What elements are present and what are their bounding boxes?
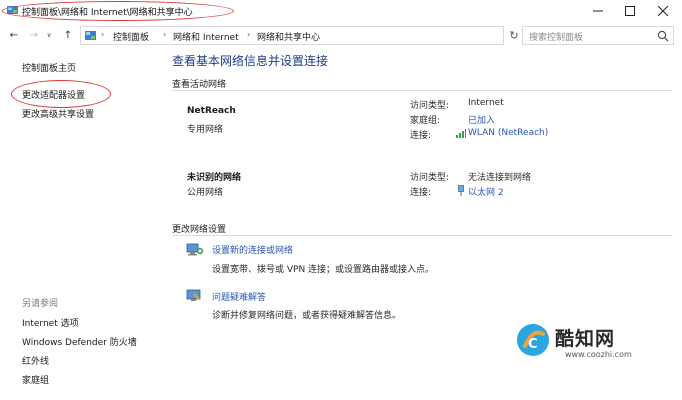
ethernet-icon (458, 185, 464, 196)
close-button[interactable] (650, 2, 676, 20)
sidebar-item-control-panel-home[interactable]: 控制面板主页 (22, 61, 76, 74)
navigation-bar: ← → ∨ ↑ › 控制面板 › 网络和 Internet › 网络和共享中心 … (0, 24, 682, 46)
minimize-icon (593, 10, 603, 12)
connection-label: 连接: (410, 131, 432, 141)
back-arrow-icon: ← (9, 29, 19, 41)
watermark-name: 酷知网 (555, 328, 616, 350)
access-type-value: Internet (468, 98, 504, 108)
breadcrumb-network-sharing-center[interactable]: 网络和共享中心 (257, 30, 320, 43)
search-box[interactable]: 搜索控制面板 (522, 26, 674, 45)
network-type: 公用网络 (187, 188, 224, 198)
sidebar-item-infrared[interactable]: 红外线 (22, 354, 49, 367)
search-icon (657, 30, 669, 42)
access-type-label: 访问类型: (410, 173, 450, 183)
setup-new-connection-desc: 设置宽带、拨号或 VPN 连接；或设置路由器或接入点。 (212, 265, 435, 275)
wifi-signal-icon (456, 129, 466, 138)
forward-button[interactable]: → (26, 27, 42, 43)
troubleshoot-icon (186, 289, 201, 301)
title-annotation-oval (2, 1, 234, 21)
sidebar-item-internet-options[interactable]: Internet 选项 (22, 316, 79, 329)
search-input[interactable]: 搜索控制面板 (529, 30, 583, 43)
sidebar-item-defender-firewall[interactable]: Windows Defender 防火墙 (22, 335, 137, 348)
up-button[interactable]: ↑ (60, 27, 76, 43)
page-title: 查看基本网络信息并设置连接 (172, 54, 329, 68)
new-connection-icon (186, 243, 204, 256)
breadcrumb-separator: › (101, 30, 105, 39)
chevron-down-icon: ∨ (46, 31, 52, 39)
refresh-icon: ↻ (509, 29, 519, 42)
access-type-value: 无法连接到网络 (468, 173, 532, 183)
title-bar: 控制面板\网络和 Internet\网络和共享中心 (0, 0, 682, 22)
troubleshoot-link[interactable]: 问题疑难解答 (212, 290, 266, 303)
homegroup-label: 家庭组: (410, 116, 441, 126)
network-type: 专用网络 (187, 125, 224, 135)
wlan-connection-link[interactable]: WLAN (NetReach) (468, 128, 548, 138)
network-name: NetReach (187, 106, 236, 116)
forward-arrow-icon: → (29, 29, 39, 41)
homegroup-link[interactable]: 已加入 (468, 113, 495, 126)
breadcrumb-network-internet[interactable]: 网络和 Internet (173, 30, 239, 43)
access-type-label: 访问类型: (410, 101, 450, 111)
change-settings-title: 更改网络设置 (172, 225, 227, 235)
breadcrumb-separator[interactable]: › (163, 30, 166, 39)
watermark-url: www.coozhi.com (565, 350, 632, 359)
sidebar-item-homegroup[interactable]: 家庭组 (22, 373, 49, 386)
control-panel-icon (85, 31, 96, 40)
back-button[interactable]: ← (6, 27, 22, 43)
minimize-button[interactable] (585, 2, 611, 20)
sidebar: 控制面板主页 更改适配器设置 更改高级共享设置 另请参阅 Internet 选项… (0, 46, 160, 400)
maximize-icon (625, 6, 635, 16)
section-divider (172, 90, 672, 91)
network-name: 未识别的网络 (187, 173, 242, 183)
refresh-button[interactable]: ↻ (506, 26, 522, 45)
connection-label: 连接: (410, 188, 432, 198)
adapter-annotation-oval (11, 80, 111, 108)
troubleshoot-desc: 诊断并修复网络问题，或者获得疑难解答信息。 (212, 311, 402, 321)
sidebar-item-advanced-sharing[interactable]: 更改高级共享设置 (22, 107, 94, 120)
section-divider (172, 235, 672, 236)
close-icon (658, 6, 668, 16)
ethernet-connection-link[interactable]: 以太网 2 (468, 185, 504, 198)
breadcrumb-control-panel[interactable]: 控制面板 (113, 30, 149, 43)
up-arrow-icon: ↑ (63, 29, 73, 41)
active-networks-title: 查看活动网络 (172, 80, 227, 90)
recent-locations-button[interactable]: ∨ (44, 27, 54, 43)
see-also-label: 另请参阅 (22, 299, 59, 309)
coozhi-logo-icon: C (517, 324, 549, 356)
maximize-button[interactable] (617, 2, 643, 20)
svg-text:C: C (528, 337, 538, 352)
address-bar[interactable]: › 控制面板 › 网络和 Internet › 网络和共享中心 ∨ (80, 26, 575, 45)
setup-new-connection-link[interactable]: 设置新的连接或网络 (212, 243, 293, 256)
breadcrumb-separator[interactable]: › (247, 30, 250, 39)
